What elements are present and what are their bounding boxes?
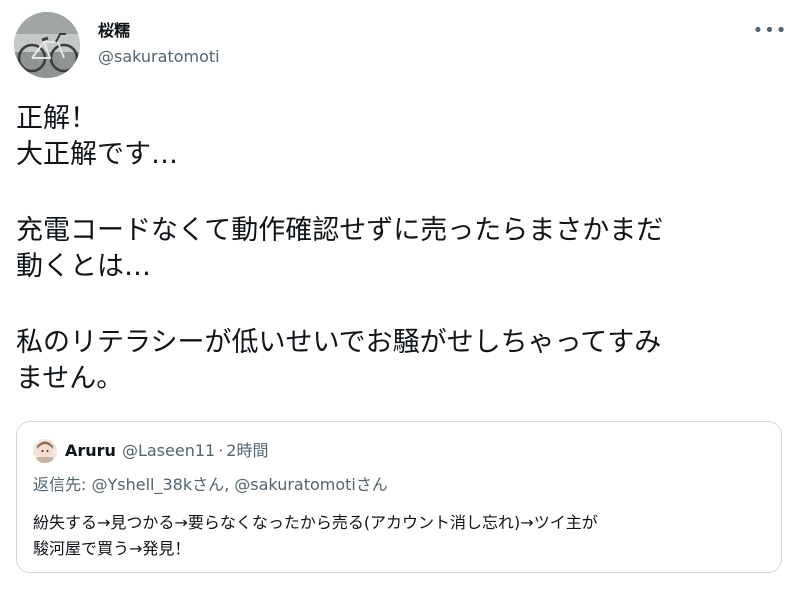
quoted-timestamp[interactable]: 2時間 xyxy=(226,441,268,460)
tweet-text-spacer xyxy=(16,285,786,325)
reply-suffix: さん xyxy=(355,475,388,494)
tweet-text-line: 充電コードなくて動作確認せずに売ったらまさかまだ xyxy=(16,215,664,246)
display-name[interactable]: 桜糯 xyxy=(98,20,130,42)
quoted-display-name[interactable]: Aruru xyxy=(65,441,116,460)
user-handle[interactable]: @sakuratomoti xyxy=(98,46,220,68)
tweet-text-spacer xyxy=(16,173,786,213)
reply-prefix: 返信先: xyxy=(33,475,92,494)
avatar[interactable] xyxy=(14,12,80,78)
quoted-text-line: 駿河屋で買う→発見！ xyxy=(33,539,191,558)
quoted-text-line: 紛失する→見つかる→要らなくなったから売る(アカウント消し忘れ)→ツイ主が xyxy=(33,513,598,532)
quoted-handle[interactable]: @Laseen11 xyxy=(122,441,215,460)
tweet-text-line: 大正解です… xyxy=(16,139,178,170)
quoted-tweet[interactable]: Aruru @Laseen11 · 2時間 返信先: @Yshell_38kさん, @… xyxy=(16,421,782,573)
reply-mention[interactable]: @sakuratomoti xyxy=(234,475,356,494)
tweet-card: 桜糯 @sakuratomoti ••• 正解！ 大正解です… 充電コードなくて… xyxy=(0,0,800,589)
tweet-text-line: 正解！ xyxy=(16,103,97,134)
tweet-text-line: ません。 xyxy=(16,363,124,394)
quoted-text: 紛失する→見つかる→要らなくなったから売る(アカウント消し忘れ)→ツイ主が 駿河… xyxy=(33,510,773,562)
separator-dot: · xyxy=(218,441,224,460)
replying-to: 返信先: @Yshell_38kさん, @sakuratomotiさん xyxy=(33,474,388,496)
tweet-text: 正解！ 大正解です… 充電コードなくて動作確認せずに売ったらまさかまだ 動くとは… xyxy=(16,101,786,397)
tweet-text-line: 私のリテラシーが低いせいでお騒がせしちゃってすみ xyxy=(16,327,662,358)
quoted-avatar[interactable] xyxy=(33,439,57,463)
reply-mention[interactable]: @Yshell_38k xyxy=(91,475,192,494)
quoted-header: Aruru @Laseen11 · 2時間 xyxy=(65,440,268,462)
character-avatar-icon xyxy=(33,439,57,463)
bicycle-photo-icon xyxy=(14,12,80,78)
tweet-text-line: 動くとは… xyxy=(16,251,151,282)
reply-suffix: さん, xyxy=(192,475,235,494)
more-options-icon[interactable]: ••• xyxy=(752,16,788,44)
